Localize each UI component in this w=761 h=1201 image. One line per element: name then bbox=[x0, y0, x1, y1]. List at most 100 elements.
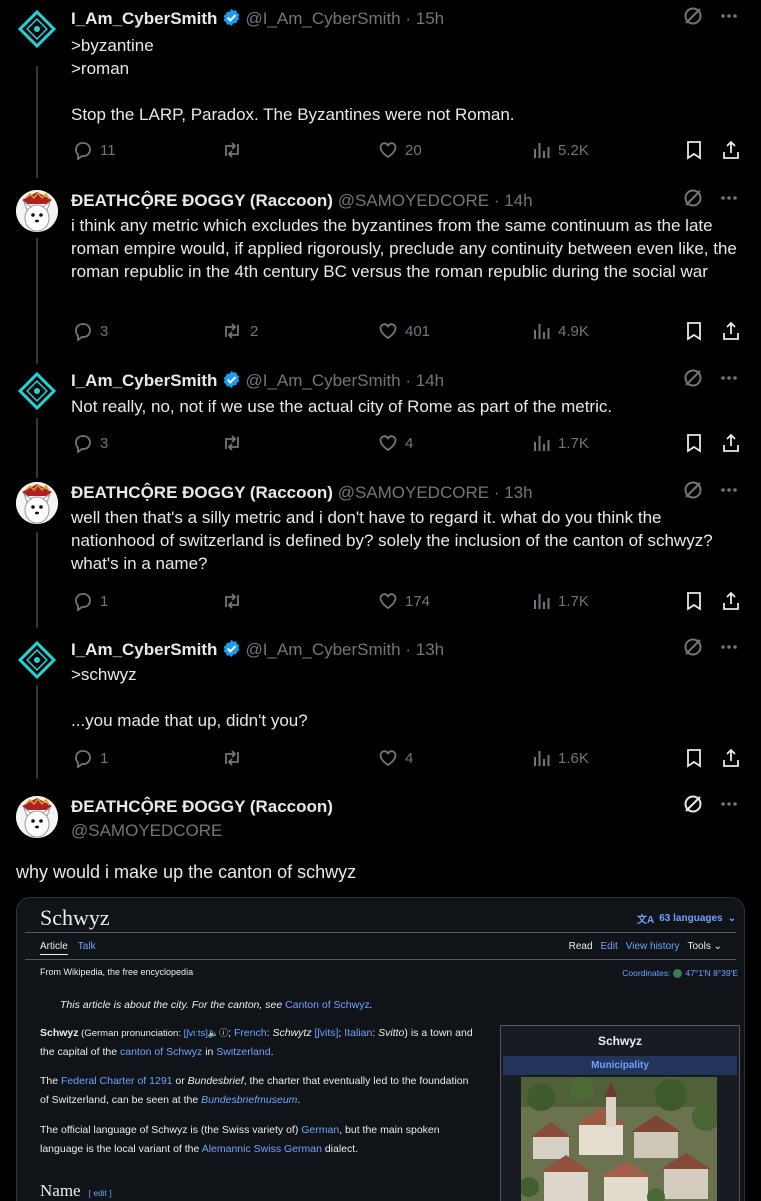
more-icon[interactable] bbox=[719, 637, 739, 662]
section-edit-link[interactable]: [ edit ] bbox=[89, 1188, 112, 1198]
bookmark-button[interactable] bbox=[685, 590, 703, 612]
display-name[interactable]: I_Am_CyberSmith bbox=[71, 640, 217, 659]
grok-icon[interactable] bbox=[683, 6, 703, 31]
like-button[interactable]: 401 bbox=[378, 320, 430, 342]
avatar[interactable] bbox=[16, 370, 58, 412]
grok-icon[interactable] bbox=[683, 188, 703, 213]
reply-button[interactable]: 3 bbox=[73, 320, 108, 342]
main-tweet[interactable]: ĐEATHCỘRE ĐOGGY (Raccoon) @SAMOYEDCORE w… bbox=[0, 794, 761, 896]
more-icon[interactable] bbox=[719, 794, 739, 819]
grok-icon[interactable] bbox=[683, 480, 703, 505]
reply-button[interactable]: 1 bbox=[73, 747, 108, 769]
share-button[interactable] bbox=[721, 590, 741, 612]
tweet-top-icons bbox=[683, 188, 739, 213]
wiki-coordinates[interactable]: Coordinates: 47°1′N 8°39′E bbox=[622, 968, 738, 978]
link-ipa[interactable]: [ʃviːts] bbox=[184, 1028, 208, 1039]
reply-button[interactable]: 3 bbox=[73, 432, 108, 454]
attached-image-wikipedia[interactable]: Schwyz 文A 63 languages ⌄ Article Talk Re… bbox=[16, 897, 745, 1201]
reply-button[interactable]: 1 bbox=[73, 590, 108, 612]
views-icon bbox=[534, 143, 550, 158]
tab-read[interactable]: Read bbox=[569, 941, 593, 952]
avatar[interactable] bbox=[16, 8, 58, 50]
bookmark-button[interactable] bbox=[685, 432, 703, 454]
views-button[interactable]: 1.7K bbox=[533, 590, 589, 612]
repost-button[interactable] bbox=[221, 747, 250, 769]
like-button[interactable]: 20 bbox=[378, 139, 422, 161]
timestamp[interactable]: · 14h bbox=[494, 191, 533, 210]
tweet[interactable]: ĐEATHCỘRE ĐOGGY (Raccoon) @SAMOYEDCORE ·… bbox=[0, 188, 761, 350]
more-icon[interactable] bbox=[719, 188, 739, 213]
timestamp[interactable]: · 14h bbox=[405, 371, 444, 390]
handle[interactable]: @I_Am_CyberSmith bbox=[245, 640, 400, 659]
bookmark-button[interactable] bbox=[685, 747, 703, 769]
like-button[interactable]: 4 bbox=[378, 747, 413, 769]
link-alemannic-swiss-german[interactable]: Alemannic Swiss German bbox=[202, 1143, 322, 1155]
more-icon[interactable] bbox=[719, 6, 739, 31]
link-federal-charter[interactable]: Federal Charter of 1291 bbox=[61, 1075, 172, 1087]
bookmark-button[interactable] bbox=[685, 320, 703, 342]
share-button[interactable] bbox=[721, 139, 741, 161]
more-icon[interactable] bbox=[719, 368, 739, 393]
avatar[interactable] bbox=[16, 796, 58, 838]
wiki-section-heading: Name [ edit ] bbox=[40, 1181, 112, 1200]
town-photo[interactable] bbox=[521, 1077, 717, 1201]
like-button[interactable]: 174 bbox=[378, 590, 430, 612]
tab-tools[interactable]: Tools ⌄ bbox=[687, 941, 722, 952]
handle[interactable]: @SAMOYEDCORE bbox=[338, 191, 489, 210]
link-bundesbriefmuseum[interactable]: Bundesbriefmuseum bbox=[201, 1094, 297, 1106]
link-ipa[interactable]: [ʃvits] bbox=[315, 1027, 339, 1039]
grok-icon[interactable] bbox=[683, 368, 703, 393]
display-name[interactable]: ĐEATHCỘRE ĐOGGY (Raccoon) bbox=[71, 797, 333, 816]
views-button[interactable]: 1.7K bbox=[533, 432, 589, 454]
views-button[interactable]: 1.6K bbox=[533, 747, 589, 769]
avatar[interactable] bbox=[16, 639, 58, 681]
handle[interactable]: @I_Am_CyberSmith bbox=[245, 371, 400, 390]
handle[interactable]: @SAMOYEDCORE bbox=[338, 483, 489, 502]
more-icon[interactable] bbox=[719, 480, 739, 505]
repost-button[interactable]: 2 bbox=[221, 320, 258, 342]
repost-button[interactable] bbox=[221, 432, 250, 454]
timestamp[interactable]: · 13h bbox=[405, 640, 444, 659]
display-name[interactable]: I_Am_CyberSmith bbox=[71, 9, 217, 28]
tweet[interactable]: I_Am_CyberSmith @I_Am_CyberSmith · 15h >b… bbox=[0, 6, 761, 168]
tweet[interactable]: I_Am_CyberSmith @I_Am_CyberSmith · 13h >s… bbox=[0, 637, 761, 779]
tweet[interactable]: I_Am_CyberSmith @I_Am_CyberSmith · 14h No… bbox=[0, 368, 761, 465]
tweet[interactable]: ĐEATHCỘRE ĐOGGY (Raccoon) @SAMOYEDCORE ·… bbox=[0, 480, 761, 622]
share-button[interactable] bbox=[721, 747, 741, 769]
grok-icon[interactable] bbox=[683, 637, 703, 662]
display-name[interactable]: I_Am_CyberSmith bbox=[71, 371, 217, 390]
wiki-languages-button[interactable]: 文A 63 languages ⌄ bbox=[637, 911, 736, 926]
tab-view-history[interactable]: View history bbox=[626, 941, 680, 952]
tab-talk[interactable]: Talk bbox=[78, 941, 96, 955]
share-button[interactable] bbox=[721, 432, 741, 454]
link-switzerland[interactable]: Switzerland bbox=[216, 1046, 270, 1058]
handle[interactable]: @I_Am_CyberSmith bbox=[245, 9, 400, 28]
tab-edit[interactable]: Edit bbox=[601, 941, 618, 952]
link-german[interactable]: German bbox=[301, 1124, 339, 1136]
link-canton-of-schwyz[interactable]: Canton of Schwyz bbox=[285, 999, 370, 1011]
share-button[interactable] bbox=[721, 320, 741, 342]
repost-button[interactable] bbox=[221, 590, 250, 612]
timestamp[interactable]: · 15h bbox=[405, 9, 444, 28]
tweet-text: Not really, no, not if we use the actual… bbox=[71, 397, 613, 416]
timestamp[interactable]: · 13h bbox=[494, 483, 533, 502]
speaker-icon[interactable]: 🔈ⓘ bbox=[208, 1028, 228, 1038]
reply-button[interactable]: 11 bbox=[73, 139, 116, 161]
avatar[interactable] bbox=[16, 190, 58, 232]
link-italian[interactable]: Italian bbox=[344, 1027, 372, 1039]
repost-button[interactable] bbox=[221, 139, 250, 161]
like-button[interactable]: 4 bbox=[378, 432, 413, 454]
display-name[interactable]: ĐEATHCỘRE ĐOGGY (Raccoon) bbox=[71, 191, 333, 210]
display-name[interactable]: ĐEATHCỘRE ĐOGGY (Raccoon) bbox=[71, 483, 333, 502]
avatar[interactable] bbox=[16, 482, 58, 524]
handle[interactable]: @SAMOYEDCORE bbox=[71, 821, 222, 840]
views-button[interactable]: 5.2K bbox=[533, 139, 589, 161]
link-canton-of-schwyz[interactable]: canton of Schwyz bbox=[120, 1046, 202, 1058]
views-button[interactable]: 4.9K bbox=[533, 320, 589, 342]
grok-icon[interactable] bbox=[683, 794, 703, 819]
bookmark-button[interactable] bbox=[685, 139, 703, 161]
link-french[interactable]: French bbox=[234, 1027, 267, 1039]
tab-article[interactable]: Article bbox=[40, 941, 68, 955]
heart-icon bbox=[379, 593, 397, 610]
divider bbox=[25, 959, 736, 960]
